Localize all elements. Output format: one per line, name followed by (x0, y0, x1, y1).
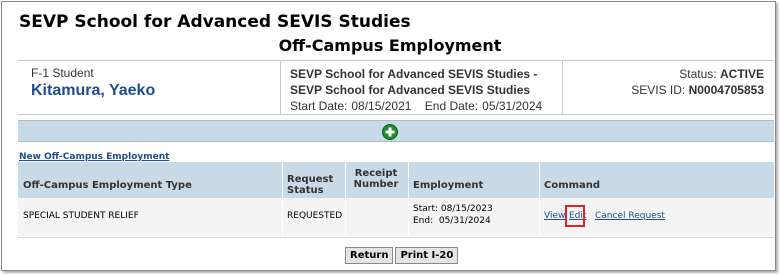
status-badge: ACTIVE (719, 67, 764, 81)
add-employment-button[interactable] (382, 124, 398, 140)
view-link[interactable]: View (544, 211, 565, 221)
table-header: Off-Campus Employment Type Request Statu… (18, 162, 774, 198)
end-date-value: 05/31/2024 (482, 99, 543, 113)
col-header-command: Command (544, 180, 601, 191)
sevis-id-line: SEVIS ID: N0004705853 (631, 83, 764, 97)
student-type: F-1 Student (31, 66, 94, 80)
end-date-label: End Date: (424, 99, 479, 113)
program-name-line1: SEVP School for Advanced SEVIS Studies - (290, 67, 538, 81)
cell-type: SPECIAL STUDENT RELIEF (23, 211, 139, 221)
col-header-request-status: Request Status (287, 174, 334, 196)
program-dates: Start Date: 08/15/2021 End Date: 05/31/202… (290, 99, 552, 113)
start-date-value: 08/15/2021 (351, 99, 412, 113)
cell-employment-end: End: 05/31/2024 (413, 216, 491, 226)
return-button[interactable]: Return (345, 247, 394, 264)
column-divider (539, 162, 540, 236)
student-name: Kitamura, Yaeko (31, 82, 156, 99)
status-column: Status: ACTIVE SEVIS ID: N0004705853 (564, 61, 774, 114)
print-i20-button[interactable]: Print I-20 (395, 247, 459, 264)
table-row: SPECIAL STUDENT RELIEF REQUESTED Start: … (18, 198, 774, 236)
status-label: Status: (679, 67, 717, 81)
start-date-label: Start Date: (290, 99, 348, 113)
end-date: End Date: 05/31/2024 (425, 99, 542, 113)
footer-buttons: Return Print I-20 (345, 247, 459, 264)
program-column: SEVP School for Advanced SEVIS Studies -… (280, 61, 563, 114)
col-header-type: Off-Campus Employment Type (23, 180, 192, 191)
new-employment-link[interactable]: New Off-Campus Employment (19, 152, 169, 162)
edit-highlight-box (565, 205, 585, 227)
divider (18, 237, 774, 238)
sevis-id-label: SEVIS ID: (631, 83, 686, 97)
cancel-request-link[interactable]: Cancel Request (595, 211, 665, 221)
cell-command: View (544, 211, 565, 222)
cell-employment-start: Start: 08/15/2023 (413, 204, 493, 214)
plus-icon (385, 127, 395, 137)
student-info-panel: F-1 Student Kitamura, Yaeko SEVP School … (18, 60, 774, 115)
school-title: SEVP School for Advanced SEVIS Studies (19, 12, 411, 32)
status-line: Status: ACTIVE (679, 67, 764, 81)
employment-table: Off-Campus Employment Type Request Statu… (18, 162, 774, 236)
column-divider (408, 162, 409, 236)
page-title: Off-Campus Employment (278, 36, 502, 55)
cancel-cell: Cancel Request (595, 211, 665, 222)
student-column: F-1 Student Kitamura, Yaeko (18, 61, 278, 114)
cell-request-status: REQUESTED (287, 211, 343, 221)
column-divider (282, 162, 283, 236)
col-header-receipt-number: Receipt Number (353, 168, 399, 190)
column-divider (345, 162, 346, 236)
start-date: Start Date: 08/15/2021 (290, 99, 411, 113)
sevis-id-value: N0004705853 (688, 83, 764, 97)
program-name-line2: SEVP School for Advanced SEVIS Studies (290, 83, 531, 97)
col-header-employment: Employment (413, 180, 484, 191)
